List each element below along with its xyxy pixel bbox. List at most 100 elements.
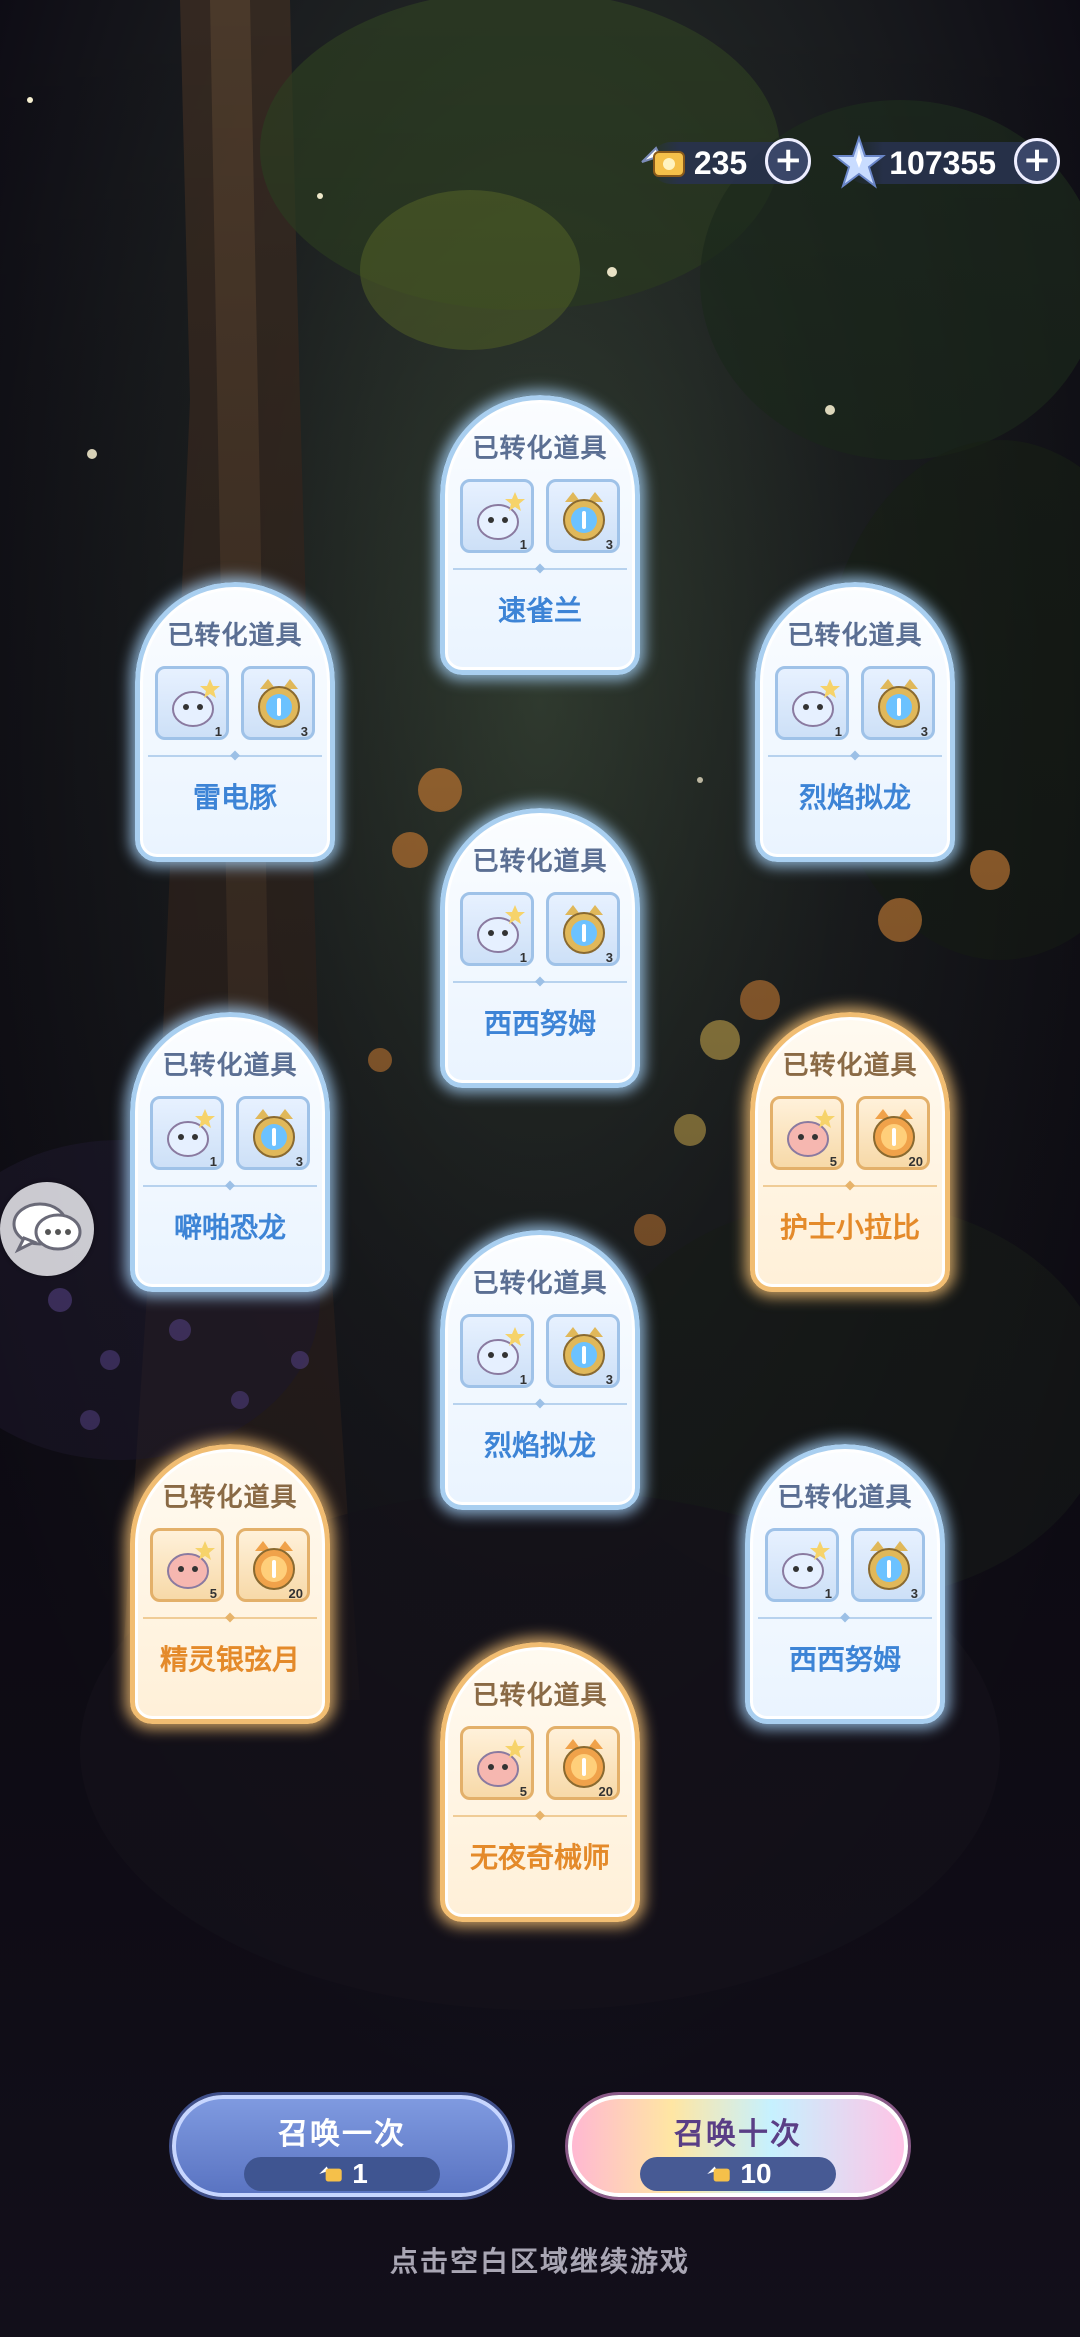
item-count: 3	[910, 1586, 918, 1601]
pet-name: 西西努姆	[483, 1007, 596, 1040]
ticket-count: 235	[693, 144, 748, 181]
add-stars-button[interactable]: +	[1014, 138, 1060, 184]
result-card[interactable]: 已转化道具 1 3 烈焰拟龙	[755, 582, 955, 862]
pet-name: 西西努姆	[788, 1643, 901, 1676]
pet-count: 1	[209, 1154, 217, 1169]
result-card[interactable]: 已转化道具 1 3 西西努姆	[745, 1444, 945, 1724]
star-currency: 107355 +	[832, 134, 1060, 189]
pet-name: 无夜奇械师	[469, 1841, 610, 1874]
card-divider	[143, 1180, 317, 1191]
summon-ten-cost: 10	[640, 2157, 836, 2191]
card-divider	[453, 563, 627, 574]
summon-once-cost: 1	[244, 2157, 440, 2191]
item-slot: 3	[546, 479, 620, 553]
card-divider	[453, 1810, 627, 1821]
pet-name: 速雀兰	[497, 594, 582, 627]
pet-count: 1	[834, 724, 842, 739]
ticket-wing-icon	[319, 2166, 342, 2182]
item-count: 3	[300, 724, 308, 739]
item-count: 20	[908, 1154, 923, 1169]
summon-once-button[interactable]: 召唤一次 1	[172, 2095, 512, 2197]
pet-name: 护士小拉比	[779, 1211, 920, 1244]
pet-name: 精灵银弦月	[159, 1643, 300, 1676]
item-count: 20	[288, 1586, 303, 1601]
item-count: 3	[605, 537, 613, 552]
pet-slot: 5	[460, 1726, 534, 1800]
currency-bar: 235 + 107355 +	[641, 134, 1060, 189]
pet-slot: 1	[150, 1096, 224, 1170]
result-card[interactable]: 已转化道具 5 20 精灵银弦月	[130, 1444, 330, 1724]
item-count: 3	[605, 950, 613, 965]
card-title: 已转化道具	[472, 434, 608, 464]
card-divider	[758, 1612, 932, 1623]
pet-count: 1	[519, 537, 527, 552]
item-count: 3	[605, 1372, 613, 1387]
pet-slot: 1	[765, 1528, 839, 1602]
result-card[interactable]: 已转化道具 5 20 护士小拉比	[750, 1012, 950, 1292]
card-divider	[453, 1398, 627, 1409]
summon-ten-button[interactable]: 召唤十次 10	[568, 2095, 908, 2197]
card-title: 已转化道具	[472, 1269, 608, 1299]
pet-count: 5	[829, 1154, 837, 1169]
pet-count: 5	[519, 1784, 527, 1799]
card-title: 已转化道具	[472, 1681, 608, 1711]
card-title: 已转化道具	[782, 1051, 918, 1081]
item-slot: 3	[236, 1096, 310, 1170]
card-title: 已转化道具	[162, 1051, 298, 1081]
pet-name: 雷电豚	[192, 781, 277, 814]
item-count: 3	[295, 1154, 303, 1169]
card-title: 已转化道具	[162, 1483, 298, 1513]
pet-name: 烈焰拟龙	[798, 781, 911, 814]
ticket-wing-icon	[641, 146, 685, 177]
item-slot: 20	[546, 1726, 620, 1800]
card-divider	[763, 1180, 937, 1191]
pet-count: 1	[824, 1586, 832, 1601]
card-divider	[148, 750, 322, 761]
pet-slot: 1	[155, 666, 229, 740]
pet-name: 烈焰拟龙	[483, 1429, 596, 1462]
item-slot: 3	[861, 666, 935, 740]
card-title: 已转化道具	[472, 847, 608, 877]
summon-once-cost-value: 1	[352, 2158, 368, 2189]
pet-slot: 1	[460, 1314, 534, 1388]
star-count: 107355	[889, 144, 996, 181]
item-slot: 20	[856, 1096, 930, 1170]
card-title: 已转化道具	[167, 621, 303, 651]
item-slot: 20	[236, 1528, 310, 1602]
card-divider	[453, 976, 627, 987]
summon-ten-cost-value: 10	[740, 2158, 772, 2189]
item-slot: 3	[851, 1528, 925, 1602]
star-crystal-icon	[832, 134, 887, 189]
add-tickets-button[interactable]: +	[765, 138, 812, 184]
pet-count: 1	[214, 724, 222, 739]
pet-slot: 1	[775, 666, 849, 740]
pet-slot: 1	[460, 892, 534, 966]
item-slot: 3	[241, 666, 315, 740]
chat-bubbles-icon	[12, 1202, 82, 1254]
card-divider	[143, 1612, 317, 1623]
pet-slot: 5	[150, 1528, 224, 1602]
pet-count: 1	[519, 1372, 527, 1387]
result-card[interactable]: 已转化道具 1 3 噼啪恐龙	[130, 1012, 330, 1292]
item-count: 3	[920, 724, 928, 739]
pet-slot: 5	[770, 1096, 844, 1170]
card-title: 已转化道具	[787, 621, 923, 651]
result-card[interactable]: 已转化道具 5 20 无夜奇械师	[440, 1642, 640, 1922]
item-slot: 3	[546, 1314, 620, 1388]
summon-ten-label: 召唤十次	[674, 2117, 802, 2152]
item-count: 20	[598, 1784, 613, 1799]
pet-slot: 1	[460, 479, 534, 553]
ticket-wing-icon	[707, 2166, 731, 2182]
ticket-currency: 235 +	[641, 138, 812, 186]
result-card[interactable]: 已转化道具 1 3 西西努姆	[440, 808, 640, 1088]
summon-once-label: 召唤一次	[278, 2117, 406, 2152]
card-divider	[768, 750, 942, 761]
pet-count: 5	[209, 1586, 217, 1601]
card-title: 已转化道具	[777, 1483, 913, 1513]
item-slot: 3	[546, 892, 620, 966]
chat-button[interactable]	[0, 1182, 94, 1276]
result-card[interactable]: 已转化道具 1 3 烈焰拟龙	[440, 1230, 640, 1510]
result-card[interactable]: 已转化道具 1 3 速雀兰	[440, 395, 640, 675]
continue-hint: 点击空白区域继续游戏	[389, 2245, 690, 2278]
result-card[interactable]: 已转化道具 1 3 雷电豚	[135, 582, 335, 862]
